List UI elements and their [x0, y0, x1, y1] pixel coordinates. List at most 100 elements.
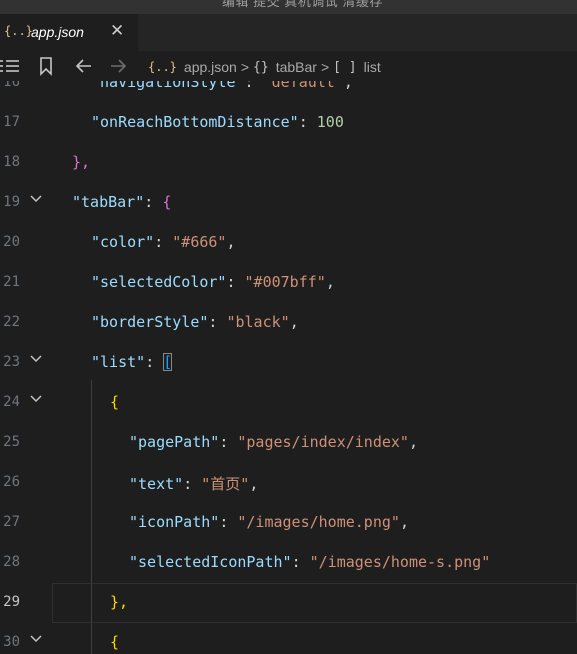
json-file-icon: {..} — [4, 24, 33, 38]
json-file-icon: {..} — [148, 60, 177, 74]
token-brace: }, — [110, 593, 129, 611]
token-bracket: [ — [163, 353, 173, 371]
code-line-16[interactable]: 16 "navigationStyle": "default", — [0, 81, 577, 103]
line-number: 18 — [3, 154, 20, 170]
line-number: 24 — [3, 394, 20, 410]
line-number: 30 — [3, 634, 20, 650]
token-key: "text" — [129, 475, 184, 493]
code-line-26[interactable]: 26 "text": "首页", — [0, 463, 577, 503]
breadcrumb-item-file[interactable]: app.json — [184, 59, 237, 75]
breadcrumb-item-list[interactable]: list — [364, 59, 381, 75]
token-colon: : — [219, 433, 238, 451]
token-comma: , — [226, 233, 236, 251]
line-number: 23 — [3, 354, 20, 370]
code-line-17[interactable]: 17 "onReachBottomDistance": 100 — [0, 103, 577, 143]
code-line-28[interactable]: 28 "selectedIconPath": "/images/home-s.p… — [0, 543, 577, 583]
breadcrumb-item-tabbar[interactable]: tabBar — [276, 59, 317, 75]
chevron-down-icon[interactable] — [29, 192, 43, 206]
editor-tab-bar: {..} app.json ✕ — [0, 14, 577, 51]
token-number: 100 — [316, 113, 344, 131]
code-line-18[interactable]: 18 }, — [0, 143, 577, 183]
chevron-down-icon[interactable] — [29, 392, 43, 406]
token-key: "navigationStyle" — [91, 81, 245, 91]
token-string: "pages/index/index" — [237, 433, 409, 451]
token-string: "/images/home.png" — [237, 513, 400, 531]
line-number: 28 — [3, 554, 20, 570]
token-colon: : — [144, 193, 163, 211]
token-colon: : — [291, 553, 310, 571]
line-number: 29 — [3, 594, 20, 610]
title-bar: 编辑 提交 真机调试 清缓存 — [0, 0, 577, 14]
token-colon: : — [226, 273, 245, 291]
chevron-right-icon: > — [240, 59, 250, 75]
code-line-30[interactable]: 30 { — [0, 623, 577, 654]
token-colon: : — [145, 353, 164, 371]
line-number: 17 — [3, 114, 20, 130]
token-key: "color" — [91, 233, 155, 251]
token-key: "onReachBottomDistance" — [91, 113, 299, 131]
array-icon: [ ] — [333, 59, 357, 75]
line-number: 22 — [3, 314, 20, 330]
token-string: "#007bff" — [244, 273, 326, 291]
tab-filename: app.json — [31, 24, 84, 40]
token-colon: : — [154, 233, 173, 251]
token-key: "pagePath" — [129, 433, 220, 451]
close-tab-icon[interactable]: ✕ — [110, 22, 124, 39]
token-string: "default" — [262, 81, 344, 91]
token-brace: { — [162, 193, 172, 211]
token-brace: }, — [72, 153, 91, 171]
chevron-down-icon[interactable] — [29, 632, 43, 646]
token-brace: { — [110, 633, 120, 651]
chevron-down-icon[interactable] — [29, 352, 43, 366]
token-string: "/images/home-s.png" — [309, 553, 491, 571]
code-line-21[interactable]: 21 "selectedColor": "#007bff", — [0, 263, 577, 303]
code-line-20[interactable]: 20 "color": "#666", — [0, 223, 577, 263]
token-comma: , — [289, 313, 299, 331]
token-key: "list" — [91, 353, 146, 371]
breadcrumb: {..} app.json > {} tabBar > [ ] list — [148, 57, 381, 77]
token-colon: : — [298, 113, 317, 131]
token-key: "selectedIconPath" — [129, 553, 292, 571]
code-line-19[interactable]: 19 "tabBar": { — [0, 183, 577, 223]
line-number: 19 — [3, 194, 20, 210]
code-line-22[interactable]: 22 "borderStyle": "black", — [0, 303, 577, 343]
token-string: "首页" — [201, 475, 250, 493]
token-key: "borderStyle" — [91, 313, 209, 331]
back-arrow-icon[interactable] — [74, 51, 94, 81]
token-colon: : — [183, 475, 202, 493]
token-key: "selectedColor" — [91, 273, 227, 291]
code-line-24[interactable]: 24 { — [0, 383, 577, 423]
code-line-27[interactable]: 27 "iconPath": "/images/home.png", — [0, 503, 577, 543]
bookmark-icon[interactable] — [38, 51, 54, 81]
code-editor[interactable]: 16 "navigationStyle": "default", 17 "onR… — [0, 81, 577, 654]
object-icon: {} — [253, 59, 269, 75]
token-comma: , — [408, 433, 418, 451]
token-colon: : — [208, 313, 227, 331]
token-comma: , — [249, 475, 259, 493]
code-line-29[interactable]: 29 }, — [0, 583, 577, 623]
token-comma: , — [399, 513, 409, 531]
code-line-23[interactable]: 23 "list": [ — [0, 343, 577, 383]
tab-app-json[interactable]: {..} app.json ✕ — [0, 14, 138, 51]
line-number: 21 — [3, 274, 20, 290]
token-string: "black" — [226, 313, 290, 331]
line-number: 27 — [3, 514, 20, 530]
line-number: 26 — [3, 474, 20, 490]
line-number: 16 — [3, 81, 20, 90]
token-comma: , — [343, 81, 353, 91]
token-colon: : — [219, 513, 238, 531]
token-comma: , — [325, 273, 335, 291]
forward-arrow-icon[interactable] — [108, 51, 128, 81]
code-line-25[interactable]: 25 "pagePath": "pages/index/index", — [0, 423, 577, 463]
outline-list-icon[interactable] — [0, 51, 22, 81]
chevron-right-icon: > — [320, 59, 330, 75]
token-colon: : — [244, 81, 263, 91]
token-key: "tabBar" — [72, 193, 145, 211]
token-key: "iconPath" — [129, 513, 220, 531]
line-number: 20 — [3, 234, 20, 250]
line-number: 25 — [3, 434, 20, 450]
title-bar-text: 编辑 提交 真机调试 清缓存 — [222, 0, 383, 9]
token-brace: { — [110, 393, 120, 411]
editor-toolbar: {..} app.json > {} tabBar > [ ] list — [0, 51, 577, 81]
token-string: "#666" — [172, 233, 227, 251]
